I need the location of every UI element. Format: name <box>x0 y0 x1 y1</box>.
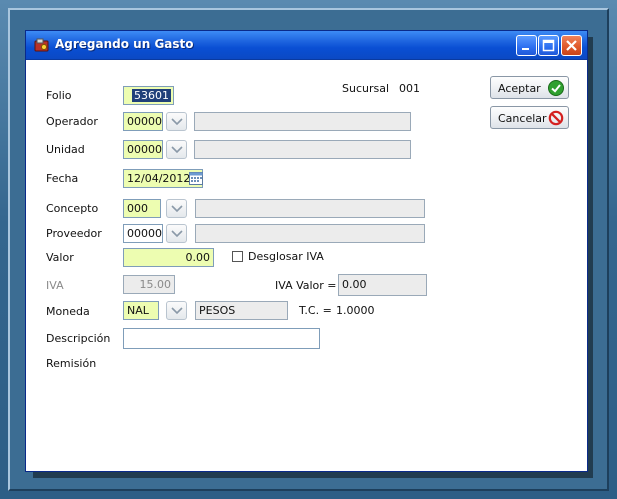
chevron-down-icon <box>171 205 183 213</box>
iva-label: IVA <box>46 279 64 292</box>
operador-dropdown-button[interactable] <box>166 112 187 131</box>
desglosar-iva-checkbox[interactable] <box>232 251 243 262</box>
check-icon <box>548 80 564 96</box>
form-body: Sucursal 001 Aceptar Cancelar Folio 5360… <box>30 60 583 467</box>
operador-code-input[interactable]: 00000 <box>123 112 163 131</box>
moneda-label: Moneda <box>46 305 90 318</box>
chevron-down-icon <box>171 230 183 238</box>
operador-description-field <box>194 112 411 131</box>
concepto-label: Concepto <box>46 202 99 215</box>
no-entry-icon <box>548 110 564 126</box>
unidad-label: Unidad <box>46 143 85 156</box>
unidad-code-input[interactable]: 00000 <box>123 140 163 159</box>
iva-input: 15.00 <box>123 275 175 294</box>
sucursal-label: Sucursal <box>342 82 390 95</box>
moneda-description-field: PESOS <box>195 301 288 320</box>
aceptar-label: Aceptar <box>498 82 541 95</box>
remision-label: Remisión <box>46 357 97 370</box>
minimize-button[interactable] <box>516 35 537 56</box>
cancelar-button[interactable]: Cancelar <box>490 106 569 129</box>
tc-value: 1.0000 <box>336 304 375 317</box>
moneda-dropdown-button[interactable] <box>166 301 187 320</box>
folio-label: Folio <box>46 89 72 102</box>
folio-input[interactable]: 53601 <box>123 86 174 105</box>
app-icon[interactable] <box>34 37 50 53</box>
proveedor-label: Proveedor <box>46 227 102 240</box>
chevron-down-icon <box>171 146 183 154</box>
title-bar[interactable]: Agregando un Gasto <box>26 31 587 60</box>
window-title: Agregando un Gasto <box>55 37 194 51</box>
chevron-down-icon <box>171 118 183 126</box>
maximize-icon <box>542 39 555 52</box>
unidad-description-field <box>194 140 411 159</box>
calendar-icon[interactable] <box>189 171 204 186</box>
operador-label: Operador <box>46 115 98 128</box>
fecha-label: Fecha <box>46 172 79 185</box>
cancelar-label: Cancelar <box>498 112 547 125</box>
iva-valor-label: IVA Valor = <box>275 279 337 292</box>
concepto-description-field <box>195 199 425 218</box>
sucursal-value: 001 <box>399 82 420 95</box>
proveedor-dropdown-button[interactable] <box>166 224 187 243</box>
folio-value: 53601 <box>132 89 171 102</box>
moneda-code-input[interactable]: NAL <box>123 301 159 320</box>
unidad-dropdown-button[interactable] <box>166 140 187 159</box>
close-icon <box>566 40 577 51</box>
proveedor-description-field <box>195 224 425 243</box>
close-button[interactable] <box>561 35 582 56</box>
iva-valor-field: 0.00 <box>338 274 427 296</box>
valor-input[interactable]: 0.00 <box>123 248 214 267</box>
aceptar-button[interactable]: Aceptar <box>490 76 569 99</box>
concepto-code-input[interactable]: 000 <box>123 199 161 218</box>
minimize-icon <box>522 48 529 50</box>
descripcion-input[interactable] <box>123 328 320 349</box>
descripcion-label: Descripción <box>46 332 111 345</box>
chevron-down-icon <box>171 307 183 315</box>
desglosar-iva-label: Desglosar IVA <box>248 250 324 263</box>
valor-label: Valor <box>46 251 74 264</box>
dialog-window: Agregando un Gasto Sucursal 001 Aceptar … <box>25 30 588 472</box>
proveedor-code-input[interactable]: 00000 <box>123 224 163 243</box>
maximize-button[interactable] <box>538 35 559 56</box>
tc-label: T.C. = <box>299 304 332 317</box>
concepto-dropdown-button[interactable] <box>166 199 187 218</box>
